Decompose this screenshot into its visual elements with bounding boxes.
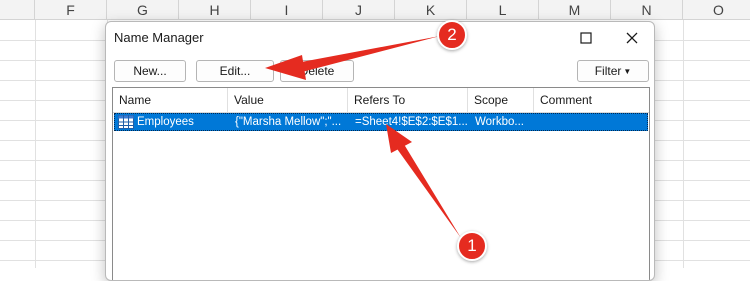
maximize-icon <box>580 32 592 44</box>
column-name-header[interactable]: Name <box>113 88 228 112</box>
column-header-k[interactable]: K <box>395 0 467 20</box>
delete-button-label: Delete <box>299 64 335 78</box>
table-range-icon <box>118 115 134 129</box>
names-list[interactable]: Name Value Refers To Scope Comment Emplo… <box>112 87 650 280</box>
maximize-button[interactable] <box>563 22 609 54</box>
column-header-o[interactable]: O <box>683 0 750 20</box>
new-button[interactable]: New... <box>114 60 186 82</box>
row-name: Employees <box>137 116 194 128</box>
list-header: Name Value Refers To Scope Comment <box>113 88 649 113</box>
row-refers-to: =Sheet4!$E$2:$E$1... <box>355 116 467 128</box>
edit-button[interactable]: Edit... <box>196 60 274 82</box>
column-header-n[interactable]: N <box>611 0 683 20</box>
row-comment <box>541 114 641 130</box>
column-header-f[interactable]: F <box>35 0 107 20</box>
chevron-down-icon: ▼ <box>623 66 632 76</box>
annotation-badge-1: 1 <box>457 231 487 261</box>
column-header-h[interactable]: H <box>179 0 251 20</box>
filter-button[interactable]: Filter ▼ <box>577 60 649 82</box>
name-manager-dialog: Name Manager New... Edit... Delete Filte… <box>105 21 655 281</box>
dialog-title: Name Manager <box>114 30 204 45</box>
column-header-partial[interactable] <box>0 0 35 20</box>
grid-line <box>683 20 684 268</box>
row-value: {"Marsha Mellow";"... <box>235 116 342 128</box>
column-header-i[interactable]: I <box>251 0 323 20</box>
column-refers-to-header[interactable]: Refers To <box>348 88 468 112</box>
annotation-badge-2: 2 <box>437 20 467 50</box>
column-header-g[interactable]: G <box>107 0 179 20</box>
new-button-label: New... <box>133 64 167 78</box>
grid-line <box>35 20 36 268</box>
column-value-header[interactable]: Value <box>228 88 348 112</box>
filter-button-label: Filter <box>594 64 622 78</box>
column-scope-header[interactable]: Scope <box>468 88 534 112</box>
column-header-l[interactable]: L <box>467 0 539 20</box>
title-bar[interactable]: Name Manager <box>106 22 654 54</box>
column-header-m[interactable]: M <box>539 0 611 20</box>
row-scope: Workbo... <box>475 116 524 128</box>
edit-button-label: Edit... <box>219 64 251 78</box>
close-button[interactable] <box>609 22 654 54</box>
close-icon <box>626 32 638 44</box>
column-comment-header[interactable]: Comment <box>534 88 649 112</box>
table-row[interactable]: Employees {"Marsha Mellow";"... =Sheet4!… <box>114 113 648 131</box>
delete-button[interactable]: Delete <box>280 60 354 82</box>
column-header-j[interactable]: J <box>323 0 395 20</box>
